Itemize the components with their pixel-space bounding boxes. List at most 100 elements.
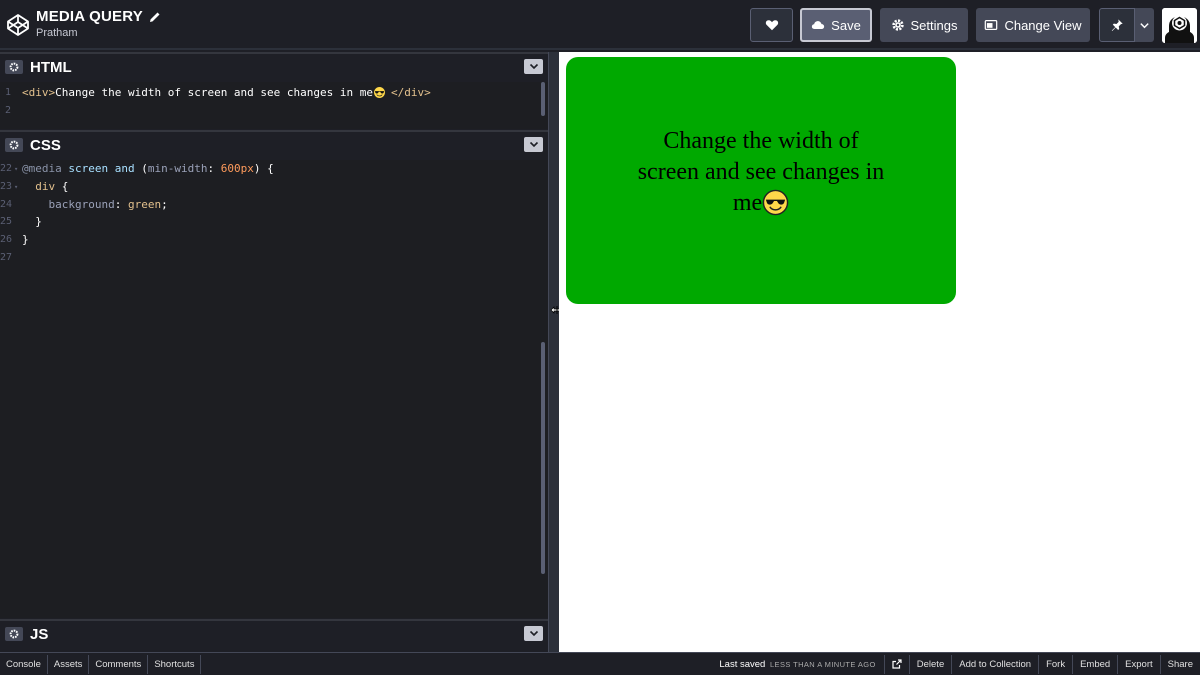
code-token: {: [55, 180, 69, 194]
code-token: :: [114, 197, 128, 211]
code-token: min-width: [147, 162, 208, 176]
comments-button[interactable]: Comments: [89, 654, 149, 674]
gear-icon: [9, 629, 19, 639]
line-number: 25: [0, 216, 13, 228]
save-label: Save: [831, 17, 861, 33]
css-collapse-button[interactable]: [524, 137, 543, 152]
change-view-button[interactable]: Change View: [976, 8, 1090, 42]
embed-button[interactable]: Embed: [1072, 654, 1117, 674]
code-token: }: [22, 233, 29, 247]
code-token: and: [114, 162, 135, 176]
add-to-collection-button[interactable]: Add to Collection: [951, 654, 1038, 674]
change-view-label: Change View: [1004, 17, 1082, 33]
export-button[interactable]: Export: [1117, 654, 1159, 674]
gear-icon: [9, 140, 19, 150]
preview-text: Change the width of screen and see chang…: [637, 128, 885, 216]
pen-title-block: MEDIA QUERY Pratham: [36, 8, 161, 39]
avatar-image: [1162, 8, 1197, 43]
js-settings-button[interactable]: [5, 627, 23, 641]
code-line: 1 <div> Change the width of screen and se…: [0, 84, 548, 102]
gear-icon: [9, 62, 19, 72]
settings-button[interactable]: Settings: [880, 8, 968, 42]
pin-button[interactable]: [1099, 8, 1135, 42]
preview-green-div: Change the width of screen and see chang…: [566, 57, 956, 304]
change-view-icon: [985, 20, 998, 30]
code-token: ) {: [253, 162, 274, 176]
heart-icon: [765, 20, 778, 31]
line-number: 22: [0, 163, 13, 175]
pen-author[interactable]: Pratham: [36, 27, 161, 39]
css-scrollbar[interactable]: [541, 342, 545, 574]
pane-resizer[interactable]: [548, 52, 559, 652]
code-line: 26}: [0, 231, 548, 249]
html-collapse-button[interactable]: [524, 59, 543, 74]
pen-title-row: MEDIA QUERY: [36, 8, 161, 25]
js-pane-title: JS: [30, 625, 49, 643]
chevron-down-icon: [1140, 22, 1149, 28]
html-pane-title: HTML: [30, 58, 72, 76]
bottom-bar: Console Assets Comments Shortcuts Last s…: [0, 652, 1200, 675]
save-button[interactable]: Save: [800, 8, 872, 42]
js-collapse-button[interactable]: [524, 626, 543, 641]
html-scrollbar[interactable]: [541, 82, 545, 116]
last-saved-status: Last saved LESS THAN A MINUTE AGO: [719, 659, 875, 670]
html-pane-header[interactable]: HTML: [0, 52, 548, 80]
top-header: MEDIA QUERY Pratham Save Settings Change…: [0, 0, 1200, 50]
line-number: 26: [0, 234, 13, 246]
result-preview[interactable]: Change the width of screen and see chang…: [559, 52, 1200, 652]
code-token: div: [35, 180, 56, 194]
css-pane-header[interactable]: CSS: [0, 130, 548, 158]
code-token: ;: [161, 197, 168, 211]
code-line: 22 ▾ @media screen and (min-width: 600px) …: [0, 162, 274, 176]
code-line: 24 background: green;: [0, 195, 548, 213]
codepen-logo-icon[interactable]: [6, 13, 30, 37]
console-button[interactable]: Console: [0, 654, 48, 674]
delete-button[interactable]: Delete: [908, 654, 951, 674]
css-settings-button[interactable]: [5, 138, 23, 152]
html-settings-button[interactable]: [5, 60, 23, 74]
line-number: 27: [0, 251, 13, 263]
css-code-editor[interactable]: 22 ▾ @media screen and (min-width: 600px) …: [0, 160, 548, 618]
settings-label: Settings: [910, 17, 958, 33]
line-number: 2: [4, 105, 11, 117]
html-code-editor[interactable]: 1 <div> Change the width of screen and se…: [0, 82, 548, 129]
preview-text-block: Change the width of screen and see chang…: [631, 126, 891, 219]
code-token: }: [35, 215, 42, 229]
chevron-down-icon: [529, 630, 538, 637]
code-token: Change the width of screen and see chang…: [55, 86, 374, 100]
line-number: 23: [0, 181, 13, 193]
fork-button[interactable]: Fork: [1038, 654, 1072, 674]
chevron-down-icon: [529, 141, 538, 148]
code-token: (: [134, 162, 148, 176]
code-line: 23 ▾ div {: [0, 180, 69, 194]
last-saved-time: LESS THAN A MINUTE AGO: [769, 659, 876, 669]
js-pane-header[interactable]: JS: [0, 619, 548, 647]
code-token: 600px: [220, 162, 254, 176]
shortcuts-button[interactable]: Shortcuts: [148, 654, 202, 674]
code-line: 27: [0, 248, 548, 266]
editor-column: HTML 1 <div> Change the width of screen a…: [0, 52, 548, 652]
pin-dropdown-button[interactable]: [1135, 8, 1154, 42]
assets-button[interactable]: Assets: [48, 654, 90, 674]
code-token: @media: [22, 162, 62, 176]
share-button[interactable]: Share: [1159, 654, 1200, 674]
open-external-button[interactable]: [883, 654, 909, 674]
code-token: screen: [68, 162, 109, 176]
pencil-icon[interactable]: [149, 11, 161, 23]
code-token: :: [207, 162, 221, 176]
pen-title[interactable]: MEDIA QUERY: [36, 8, 143, 25]
last-saved-label: Last saved: [719, 658, 766, 670]
smiling-face-with-sunglasses-icon: [373, 86, 386, 99]
code-token: green: [127, 197, 162, 211]
code-token: background: [48, 197, 115, 211]
user-avatar[interactable]: [1162, 8, 1197, 43]
code-line: 2: [0, 102, 548, 120]
love-button[interactable]: [750, 8, 793, 42]
line-number: 24: [0, 198, 13, 210]
code-token: <div>: [22, 86, 56, 100]
code-line: 25 }: [0, 213, 548, 231]
code-token: </div>: [391, 86, 431, 100]
line-number: 1: [4, 87, 11, 99]
external-link-icon: [892, 659, 902, 669]
pin-icon: [1111, 19, 1123, 32]
